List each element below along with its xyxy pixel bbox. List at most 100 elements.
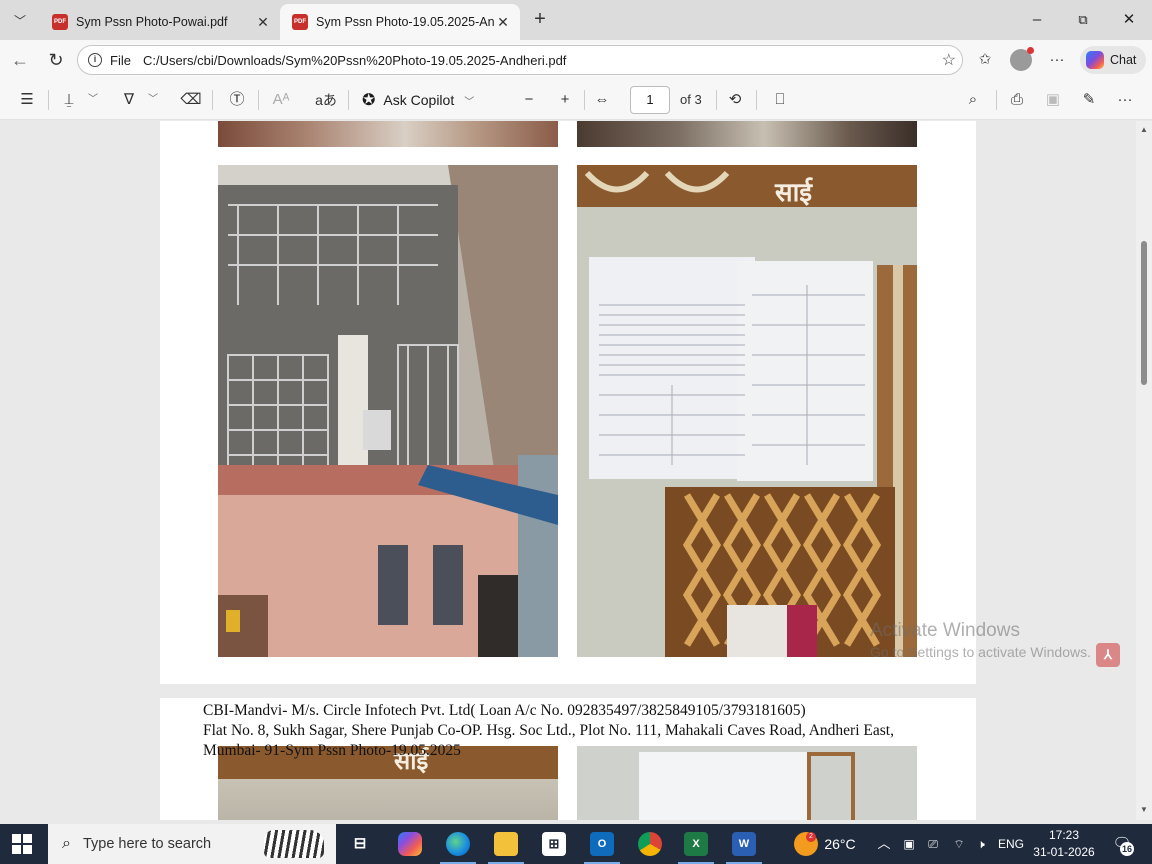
chrome-icon[interactable] [638,832,662,856]
chevron-up-icon[interactable]: ︿ [876,824,892,864]
chevron-down-icon[interactable]: ﹀ [146,88,160,112]
photo-top-right [577,121,917,147]
building-photo [218,165,558,657]
windows-start-icon[interactable] [12,834,32,854]
vertical-scrollbar[interactable]: ▲ ▼ [1136,121,1152,820]
search-placeholder: Type here to search [82,836,212,852]
copilot-app-icon[interactable] [398,832,422,856]
pdf-page-2: साई CBI-Mandvi- M/s. Circle Infotech Pvt… [160,698,976,820]
back-arrow-icon[interactable]: ← [8,48,32,72]
read-aloud-icon[interactable]: Aᴬ [270,88,292,112]
rotate-icon[interactable]: ⟲ [724,88,746,112]
page-number-input[interactable]: 1 [630,86,670,114]
zoom-in-icon[interactable]: + [554,88,576,112]
copilot-chat-button[interactable]: Chat [1080,46,1146,74]
tab-bar: ﹀ PDF Sym Pssn Photo-Powai.pdf ✕ PDF Sym… [0,0,1152,40]
favorites-icon[interactable]: ✩ [973,48,997,72]
taskbar: ⌕ Type here to search ⊟ ⊞ O X W 2 26°C ︿… [0,824,1152,864]
translate-icon[interactable]: aあ [314,88,338,112]
chevron-down-icon[interactable]: ﹀ [86,88,100,112]
caption-line-3: Mumbai- 91-Sym Pssn Photo-19.05.2025 [203,742,461,759]
ask-copilot-button[interactable]: ✪ Ask Copilot ﹀ [362,88,474,112]
watermark-title: Activate Windows [870,620,1020,641]
clock[interactable]: 17:23 31-01-2026 [1026,827,1102,861]
scroll-thumb[interactable] [1141,241,1147,385]
draw-icon[interactable]: ∇ [118,88,140,112]
clock-time: 17:23 [1048,828,1080,842]
close-icon[interactable]: ✕ [494,14,512,31]
clock-date: 31-01-2026 [1033,845,1095,859]
address-bar-row: ← ↻ i File C:/Users/cbi/Downloads/Sym%20… [0,40,1152,80]
chat-label: Chat [1110,53,1137,67]
edge-icon[interactable] [440,832,476,864]
tab-title: Sym Pssn Photo-19.05.2025-Andheri.pdf [316,15,494,29]
pdf-icon: PDF [52,14,68,30]
pdf-viewer[interactable]: साई साई CBI-Mandvi- M/s. Circle Infotech… [0,121,1152,820]
page-caption: CBI-Mandvi- M/s. Circle Infotech Pvt. Lt… [203,701,943,761]
caption-line-2: Flat No. 8, Sukh Sagar, Shere Punjab Co-… [203,722,894,739]
language-indicator[interactable]: ENG [996,824,1026,864]
url-text: C:/Users/cbi/Downloads/Sym%20Pssn%20Phot… [142,52,567,68]
close-window-icon[interactable]: ✕ [1114,8,1144,32]
watermark-subtitle: Go to Settings to activate Windows. [870,644,1091,660]
wifi-icon[interactable]: ⌔ [950,824,968,864]
page-view-icon[interactable]: ⎕ [768,88,792,112]
plus-icon[interactable]: + [528,8,552,32]
excel-icon[interactable]: X [678,832,714,864]
ask-copilot-label: Ask Copilot [383,92,455,108]
tab-title: Sym Pssn Photo-Powai.pdf [76,15,228,29]
fit-page-icon[interactable]: ⇔ [590,88,614,112]
pdf-toolbar: ☰ ⍊ ﹀ ∇ ﹀ ⌫ Ⓣ Aᴬ aあ ✪ Ask Copilot ﹀ − + … [0,80,1152,120]
tab-actions-menu[interactable]: ﹀ [6,6,34,34]
search-icon: ⌕ [62,835,71,852]
sign-text: साई [775,178,813,208]
scroll-up-icon[interactable]: ▲ [1136,123,1152,137]
page-total: of 3 [680,92,702,107]
copilot-icon [1086,51,1104,69]
notice-board-photo: साई [577,165,917,657]
word-icon[interactable]: W [726,832,762,864]
tab-powai-pdf[interactable]: PDF Sym Pssn Photo-Powai.pdf ✕ [40,4,280,40]
chevron-down-icon: ﹀ [13,13,26,28]
weather-temperature[interactable]: 26°C [822,824,858,864]
text-icon[interactable]: Ⓣ [226,88,248,112]
more-icon[interactable]: ··· [1045,48,1069,72]
taskbar-search-input[interactable]: ⌕ Type here to search [48,824,336,864]
save-icon[interactable]: ▣ [1042,88,1064,112]
weather-badge: 2 [806,832,816,842]
address-input[interactable]: i File C:/Users/cbi/Downloads/Sym%20Pssn… [77,45,963,75]
profile-button[interactable] [1009,47,1034,72]
meet-now-icon[interactable]: ⎚ [924,824,942,864]
save-as-icon[interactable]: ✎ [1078,88,1100,112]
scroll-down-icon[interactable]: ▼ [1136,803,1152,817]
acrobat-icon[interactable]: ⅄ [1096,643,1120,667]
tab-andheri-pdf[interactable]: PDF Sym Pssn Photo-19.05.2025-Andheri.pd… [280,4,520,40]
activate-windows-watermark: Activate Windows Go to Settings to activ… [870,620,1091,660]
maximize-icon[interactable]: ⧉ [1068,8,1098,32]
volume-icon[interactable]: 🕨 [972,824,990,864]
network-icon[interactable]: ▣ [900,824,918,864]
chevron-down-icon: ﹀ [464,96,475,108]
search-icon[interactable]: ⌕ [962,88,984,112]
store-icon[interactable]: ⊞ [542,832,566,856]
pdf-icon: PDF [292,14,308,30]
more-icon[interactable]: ··· [1114,88,1136,112]
highlight-icon[interactable]: ⍊ [58,88,80,112]
minimize-icon[interactable]: – [1022,8,1052,32]
copilot-outline-icon: ✪ [362,92,376,109]
photo-top-left [218,121,558,147]
profile-icon [1010,47,1034,71]
info-icon[interactable]: i [88,53,102,67]
caption-line-1: CBI-Mandvi- M/s. Circle Infotech Pvt. Lt… [203,702,806,719]
file-explorer-icon[interactable] [488,832,524,864]
task-view-icon[interactable]: ⊟ [348,832,372,856]
refresh-icon[interactable]: ↻ [44,48,68,72]
close-icon[interactable]: ✕ [254,14,272,31]
star-icon[interactable]: ☆ [942,50,956,70]
print-icon[interactable]: ⎙ [1006,88,1028,112]
zoom-out-icon[interactable]: − [518,88,540,112]
notification-count: 16 [1120,842,1134,856]
outlook-icon[interactable]: O [584,832,620,864]
eraser-icon[interactable]: ⌫ [180,88,202,112]
contents-icon[interactable]: ☰ [16,88,38,112]
